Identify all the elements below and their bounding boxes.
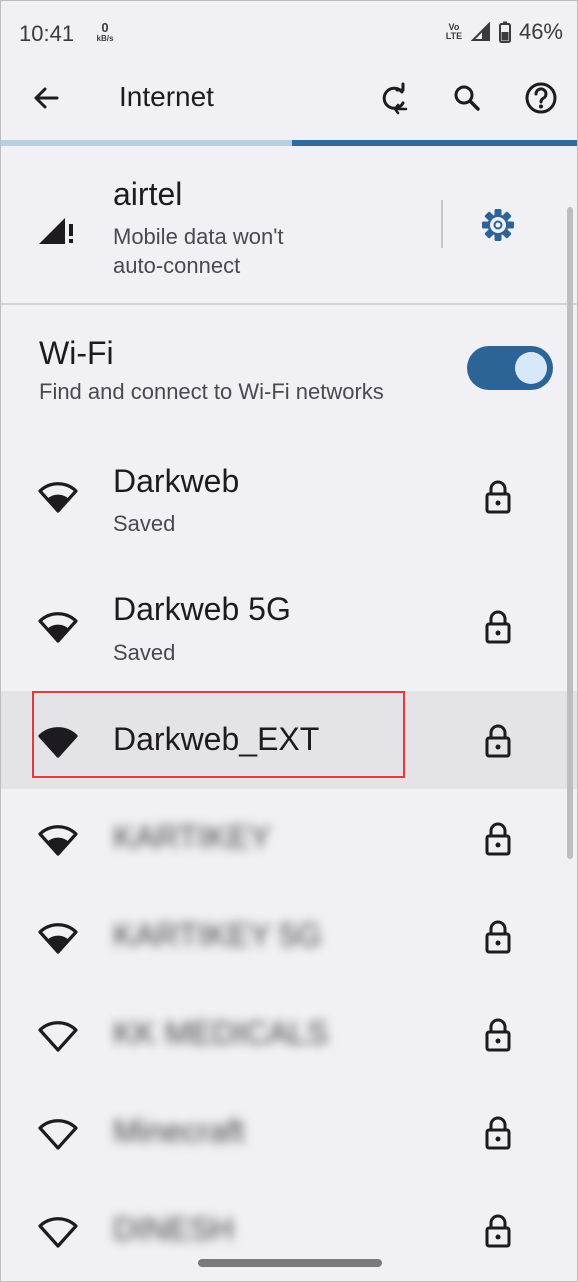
wifi-weak-icon: [38, 1119, 78, 1150]
wifi-signal-icon: [38, 482, 78, 513]
mobile-signal-warning-icon: [39, 218, 73, 244]
network-name: Darkweb: [113, 463, 240, 499]
home-gesture-bar[interactable]: [198, 1259, 382, 1267]
page-title: Internet: [119, 81, 214, 112]
mobile-status-line: Mobile data won't: [113, 224, 284, 249]
wifi-toggle-thumb: [515, 352, 547, 384]
network-speed-unit: kB/s: [96, 34, 114, 43]
network-name-blurred: Minecraft: [113, 1113, 245, 1149]
divider: [1, 303, 577, 305]
lock-icon: [485, 1018, 511, 1052]
network-name-blurred: KARTIKEY 5G: [113, 917, 322, 953]
network-status: Saved: [113, 511, 176, 536]
wifi-signal-icon: [38, 825, 78, 856]
wifi-network-item[interactable]: KARTIKEY 5G: [1, 887, 577, 985]
internet-settings-screen: 10:41 0 kB/s Vo LTE 46% Internet airtel …: [0, 0, 578, 1282]
wifi-network-item[interactable]: Darkweb Saved: [1, 431, 577, 561]
app-bar: Internet: [1, 65, 577, 131]
help-icon[interactable]: [522, 79, 560, 117]
divider: [441, 200, 443, 248]
network-name-blurred: KK MEDICALS: [113, 1015, 329, 1051]
battery-percent: 46%: [518, 19, 563, 44]
network-name: Darkweb 5G: [113, 591, 291, 627]
cell-signal-icon: [470, 22, 490, 41]
back-arrow-icon[interactable]: [27, 79, 65, 117]
scrollbar[interactable]: [567, 207, 573, 859]
lock-icon: [485, 1116, 511, 1150]
lock-icon: [485, 920, 511, 954]
network-name-blurred: DINESH: [113, 1211, 234, 1247]
wifi-subtitle: Find and connect to Wi-Fi networks: [39, 379, 384, 404]
battery-icon: [498, 21, 511, 43]
lock-icon: [485, 724, 511, 758]
network-speed-value: 0: [101, 20, 109, 35]
network-speed: 0 kB/s: [93, 21, 117, 43]
wifi-network-item[interactable]: KARTIKEY: [1, 789, 577, 887]
mobile-status: Mobile data won't auto-connect: [113, 222, 353, 280]
wifi-title: Wi-Fi: [39, 335, 114, 371]
wifi-network-item[interactable]: Darkweb 5G Saved: [1, 561, 577, 691]
wifi-toggle[interactable]: [467, 346, 553, 390]
status-icons: Vo LTE 46%: [445, 19, 563, 45]
wifi-network-item[interactable]: KK MEDICALS: [1, 985, 577, 1083]
mobile-status-line: auto-connect: [113, 253, 241, 278]
wifi-signal-icon: [38, 923, 78, 954]
lock-icon: [485, 1214, 511, 1248]
wifi-signal-icon: [38, 612, 78, 643]
lock-icon: [485, 822, 511, 856]
lock-icon: [485, 480, 511, 514]
volte-bottom-label: LTE: [445, 31, 463, 41]
status-bar: 10:41 0 kB/s Vo LTE 46%: [1, 1, 577, 65]
status-time: 10:41: [19, 21, 75, 46]
mobile-network-row[interactable]: airtel Mobile data won't auto-connect: [1, 146, 577, 304]
network-name-blurred: KARTIKEY: [113, 819, 271, 855]
wifi-weak-icon: [38, 1021, 78, 1052]
wifi-weak-icon: [38, 1217, 78, 1248]
search-icon[interactable]: [448, 79, 486, 117]
network-status: Saved: [113, 640, 176, 665]
lock-icon: [485, 610, 511, 644]
refresh-icon[interactable]: [375, 79, 413, 117]
highlight-annotation-box: [32, 691, 405, 778]
volte-icon: Vo LTE: [445, 23, 463, 41]
mobile-carrier-name: airtel: [113, 176, 183, 212]
wifi-network-item[interactable]: Minecraft: [1, 1083, 577, 1181]
gear-icon[interactable]: [479, 206, 517, 244]
